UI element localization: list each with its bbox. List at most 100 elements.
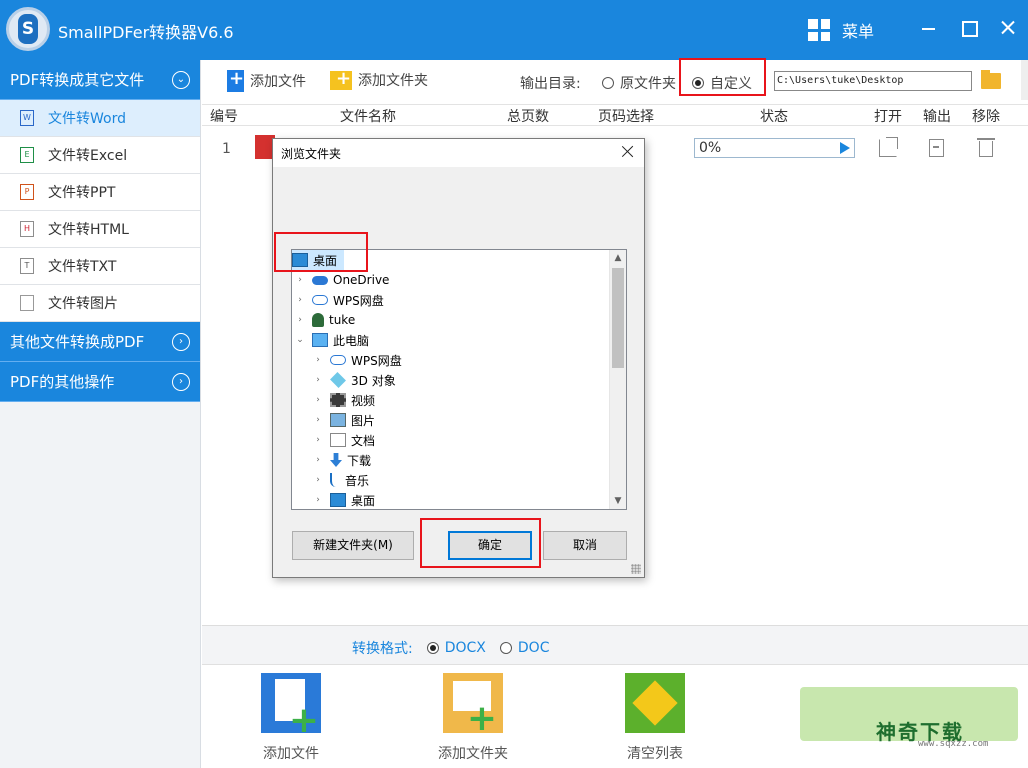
cube-icon [330, 372, 346, 388]
format-option-docx[interactable]: DOCX [426, 640, 486, 656]
chevron-right-icon[interactable]: › [312, 395, 324, 405]
tree-item[interactable]: › 视频 [292, 390, 626, 410]
app-title: SmallPDFer转换器V6.6 [58, 23, 234, 42]
chevron-right-icon[interactable]: › [312, 375, 324, 385]
col-header: 移除 [972, 109, 1000, 125]
sidebar-group-label: 其他文件转换成PDF [10, 333, 145, 351]
tree-scrollbar[interactable]: ▲ ▼ [609, 250, 626, 509]
radio-doc-icon [499, 642, 512, 654]
app-logo-icon [6, 7, 50, 51]
sidebar-item-html[interactable]: H 文件转HTML [0, 211, 200, 248]
tree-item[interactable]: › WPS网盘 [292, 350, 626, 370]
chevron-right-icon[interactable]: › [294, 295, 306, 305]
tree-item[interactable]: › 下载 [292, 450, 626, 470]
scrollbar[interactable] [1021, 60, 1028, 100]
bottom-add-file-button[interactable]: 添加文件 [231, 673, 351, 763]
col-header: 总页数 [507, 109, 549, 125]
sidebar-item-word[interactable]: W 文件转Word [0, 100, 200, 137]
grid-menu-icon [808, 19, 830, 41]
tree-item[interactable]: › 3D 对象 [292, 370, 626, 390]
video-icon [330, 393, 346, 407]
title-bar: SmallPDFer转换器V6.6 菜单 [0, 0, 1028, 60]
sidebar-item-label: 文件转PPT [48, 185, 116, 201]
new-folder-button[interactable]: 新建文件夹(M) [292, 531, 414, 560]
sidebar-group-label: PDF的其他操作 [10, 373, 115, 391]
chevron-right-icon[interactable]: › [294, 275, 306, 285]
tree-item[interactable]: ⌄ 此电脑 [292, 330, 626, 350]
menu-button[interactable]: 菜单 [808, 16, 874, 44]
tree-item-label: WPS网盘 [351, 353, 402, 368]
html-file-icon: H [20, 221, 34, 237]
add-file-label: 添加文件 [250, 74, 306, 90]
open-icon[interactable] [879, 137, 898, 157]
sidebar-item-image[interactable]: 文件转图片 [0, 285, 200, 322]
format-option-doc[interactable]: DOC [499, 640, 549, 656]
bottom-area: 转换格式: DOCX DOC 添加文件 添加文件夹 清空列表 [202, 625, 1028, 768]
user-icon [312, 313, 324, 327]
bottom-add-folder-label: 添加文件夹 [438, 746, 508, 762]
tree-item[interactable]: › OneDrive [292, 270, 626, 290]
tree-item-label: 图片 [351, 413, 376, 428]
output-path-input[interactable]: C:\Users\tuke\Desktop [774, 71, 972, 91]
col-header: 编号 [210, 109, 238, 125]
chevron-down-icon[interactable]: ⌄ [294, 335, 306, 345]
table-header: 编号 文件名称 总页数 页码选择 状态 打开 输出 移除 [202, 104, 1028, 126]
chevron-right-icon[interactable]: › [312, 475, 324, 485]
tree-rows: 桌面 › OneDrive › WPS网盘 › tuke ⌄ 此电脑 › WPS网盘 › 3D 对象 › 视… [292, 250, 626, 509]
clear-list-button[interactable]: 清空列表 [595, 673, 715, 763]
tree-item[interactable]: › 文档 [292, 430, 626, 450]
sidebar-group-other-to-pdf[interactable]: 其他文件转换成PDF › [0, 322, 200, 362]
highlight-box [420, 518, 541, 568]
scroll-thumb[interactable] [612, 268, 624, 368]
close-button[interactable] [994, 14, 1022, 42]
scroll-down-icon[interactable]: ▼ [610, 493, 626, 509]
format-row: 转换格式: DOCX DOC [352, 638, 549, 658]
add-folder-label: 添加文件夹 [358, 73, 428, 89]
sidebar-item-excel[interactable]: E 文件转Excel [0, 137, 200, 174]
bottom-add-folder-button[interactable]: 添加文件夹 [413, 673, 533, 763]
dialog-close-icon[interactable] [620, 144, 636, 160]
tree-item-label: 桌面 [351, 493, 376, 508]
minimize-button[interactable] [914, 14, 942, 42]
chevron-right-icon[interactable]: › [312, 455, 324, 465]
folder-tree: 桌面 › OneDrive › WPS网盘 › tuke ⌄ 此电脑 › WPS网盘 › 3D 对象 › 视… [291, 249, 627, 510]
format-docx-label: DOCX [444, 640, 486, 656]
chevron-right-icon[interactable]: › [312, 415, 324, 425]
col-header: 页码选择 [598, 109, 654, 125]
sidebar-group-pdf-other-ops[interactable]: PDF的其他操作 › [0, 362, 200, 402]
chevron-right-icon[interactable]: › [312, 435, 324, 445]
maximize-button[interactable] [954, 14, 982, 42]
add-folder-button[interactable]: 添加文件夹 [330, 68, 428, 90]
browse-folder-icon[interactable] [981, 70, 1001, 89]
tree-item[interactable]: › 桌面 [292, 490, 626, 509]
chevron-right-icon[interactable]: › [312, 355, 324, 365]
chevron-right-icon[interactable]: › [312, 495, 324, 505]
chevron-right-icon[interactable]: › [294, 315, 306, 325]
output-dir-label: 输出目录: [520, 76, 581, 92]
cloud-icon [312, 275, 328, 285]
tree-item[interactable]: › 音乐 [292, 470, 626, 490]
tree-item[interactable]: › 图片 [292, 410, 626, 430]
status-text: 0% [699, 140, 722, 156]
sidebar-item-txt[interactable]: T 文件转TXT [0, 248, 200, 285]
radio-original-folder[interactable]: 原文件夹 [602, 73, 676, 93]
highlight-box [679, 58, 766, 96]
output-icon[interactable] [929, 139, 944, 157]
sidebar-group-pdf-to-other[interactable]: PDF转换成其它文件 ⌄ [0, 60, 200, 100]
status-progress[interactable]: 0% [694, 138, 855, 158]
trash-icon[interactable] [977, 138, 995, 157]
sidebar-item-label: 文件转TXT [48, 259, 117, 275]
cancel-button[interactable]: 取消 [543, 531, 627, 560]
add-file-button[interactable]: 添加文件 [227, 68, 306, 92]
radio-original-label: 原文件夹 [620, 76, 676, 92]
play-icon[interactable] [840, 142, 850, 154]
tree-item[interactable]: › WPS网盘 [292, 290, 626, 310]
tree-item-label: 此电脑 [333, 333, 370, 348]
resize-grip-icon[interactable] [631, 564, 641, 574]
scroll-up-icon[interactable]: ▲ [610, 250, 626, 266]
desktop-icon [330, 493, 346, 507]
sidebar-item-label: 文件转Excel [48, 148, 128, 164]
tree-item[interactable]: › tuke [292, 310, 626, 330]
computer-icon [312, 333, 328, 347]
sidebar-item-ppt[interactable]: P 文件转PPT [0, 174, 200, 211]
